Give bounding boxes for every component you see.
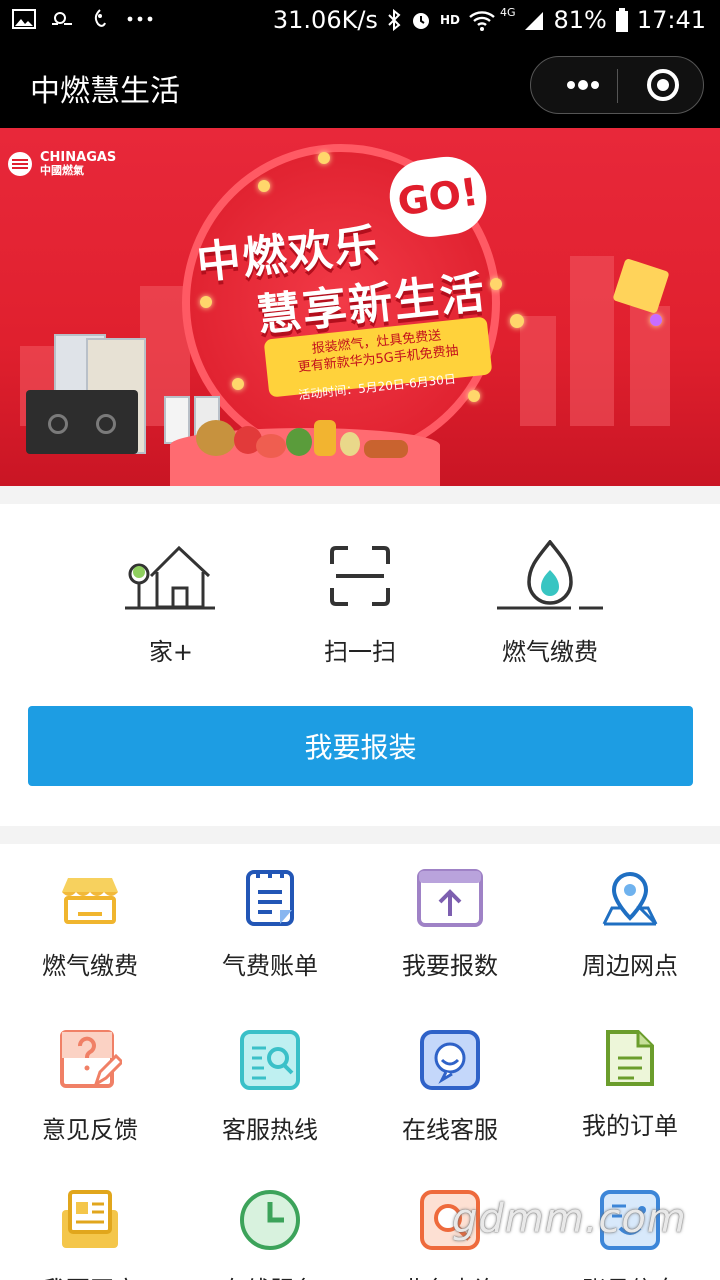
service-meter-report[interactable]: 我要报数: [360, 868, 540, 981]
more-button[interactable]: [551, 57, 615, 113]
burner-icon: [96, 414, 116, 434]
service-gas-payment[interactable]: 燃气缴费: [0, 868, 180, 981]
watermark: gdmm.com: [452, 1196, 687, 1242]
service-label: 我要报数: [402, 952, 498, 980]
watermelon-image: [256, 434, 286, 458]
apply-installation-button[interactable]: 我要报装: [28, 706, 693, 786]
burner-icon: [48, 414, 68, 434]
service-label: 燃气缴费: [42, 952, 138, 980]
feedback-icon: [60, 1030, 122, 1088]
order-icon: [606, 1030, 654, 1086]
light-dot: [510, 314, 524, 328]
flame-icon: [497, 540, 603, 610]
status-right: 31.06K/s HD 4G 81% 17:41: [272, 5, 706, 35]
network-speed: 31.06K/s: [272, 6, 378, 34]
upload-icon: [417, 869, 483, 927]
service-hotline[interactable]: 客服热线: [180, 1028, 360, 1145]
network-type: 4G: [499, 5, 516, 19]
promo-banner[interactable]: CHINAGAS 中國燃氣 中燃欢乐 慧享新生活 GO! 报装燃气，灶具免费送 …: [0, 128, 720, 486]
service-label: 在线服务: [180, 1270, 360, 1280]
light-dot: [200, 296, 212, 308]
clock-icon: [240, 1190, 300, 1250]
nav-bar: 中燃慧生活: [0, 44, 720, 128]
quick-action-gas-payment[interactable]: 燃气缴费: [475, 540, 625, 667]
quick-action-label: 燃气缴费: [502, 638, 598, 666]
hd-badge: HD: [439, 13, 460, 27]
service-feedback[interactable]: 意见反馈: [0, 1028, 180, 1145]
house-tree-icon: [125, 545, 215, 610]
service-label: 气费账单: [222, 952, 318, 980]
light-dot: [650, 314, 662, 326]
chinagas-logo: CHINAGAS 中國燃氣: [6, 150, 116, 178]
light-dot: [318, 152, 330, 164]
cell-signal-icon: [525, 12, 544, 30]
section-gap: [0, 486, 720, 504]
service-online-service[interactable]: 在线服务: [180, 1188, 360, 1280]
quick-action-label: 家+: [148, 638, 194, 666]
battery-icon: [615, 8, 628, 32]
light-dot: [232, 378, 244, 390]
egg-image: [340, 432, 360, 456]
light-dot: [258, 180, 270, 192]
service-label: 我要开户: [0, 1270, 180, 1280]
service-online-support[interactable]: 在线客服: [360, 1028, 540, 1145]
service-open-account[interactable]: 我要开户: [0, 1188, 180, 1280]
light-dot: [468, 390, 480, 402]
brand-text: CHINAGAS 中國燃氣: [40, 151, 116, 177]
food-plate-image: [364, 440, 408, 458]
status-bar: 31.06K/s HD 4G 81% 17:41: [0, 0, 720, 44]
battery-percent: 81%: [553, 6, 607, 34]
status-left: [12, 8, 156, 30]
service-label: 客服热线: [222, 1116, 318, 1144]
vegetable-image: [286, 428, 312, 456]
service-label: 周边网点: [582, 952, 678, 980]
brand-cn: 中國燃氣: [40, 164, 84, 177]
chinagas-logo-icon: [8, 152, 32, 176]
capsule-divider: [617, 69, 618, 103]
service-gas-bill[interactable]: 气费账单: [180, 868, 360, 981]
cooktop-image: [26, 390, 138, 454]
bill-icon: [246, 870, 294, 926]
service-nearby-outlets[interactable]: 周边网点: [540, 868, 720, 981]
quick-actions: 家+ 扫一扫 燃气缴费 我要报装: [0, 504, 720, 826]
service-label: 业务查询: [360, 1270, 540, 1280]
location-icon: [602, 871, 658, 926]
chat-icon: [420, 1030, 480, 1090]
miniprogram-capsule: [530, 56, 704, 114]
page-title: 中燃慧生活: [30, 74, 180, 109]
hotline-icon: [240, 1030, 300, 1090]
shop-icon: [62, 878, 118, 924]
bg-building: [570, 256, 614, 426]
service-label: 我的订单: [582, 1112, 678, 1140]
more-notifications-icon: [127, 16, 153, 22]
target-close-icon: [647, 69, 679, 101]
wifi-signal-icon: [469, 11, 495, 31]
clock-time: 17:41: [636, 6, 706, 34]
close-button[interactable]: [623, 57, 703, 113]
app-notification-icon: [94, 9, 106, 27]
scan-icon: [330, 546, 390, 606]
service-my-orders[interactable]: 我的订单: [540, 1028, 720, 1141]
service-label: 在线客服: [402, 1116, 498, 1144]
service-label: 账号信息: [540, 1270, 720, 1280]
basket-image: [196, 420, 236, 456]
section-gap: [0, 826, 720, 844]
brand-en: CHINAGAS: [40, 150, 117, 165]
oil-bottle-image: [314, 420, 336, 456]
quick-action-label: 扫一扫: [324, 638, 396, 666]
service-label: 意见反馈: [42, 1116, 138, 1144]
gallery-icon: [12, 9, 36, 29]
alarm-icon: [412, 13, 429, 29]
light-dot: [490, 278, 502, 290]
more-dots-icon: [567, 80, 599, 90]
quick-action-home[interactable]: 家+: [96, 540, 246, 667]
app-screen: 31.06K/s HD 4G 81% 17:41 中燃慧生活 CHINAGAS …: [0, 0, 720, 1280]
weather-icon: [52, 12, 72, 25]
quick-action-scan[interactable]: 扫一扫: [285, 540, 435, 667]
account-open-icon: [62, 1190, 118, 1248]
bg-building: [520, 316, 556, 426]
bluetooth-icon: [388, 9, 401, 31]
bg-building: [630, 306, 670, 426]
